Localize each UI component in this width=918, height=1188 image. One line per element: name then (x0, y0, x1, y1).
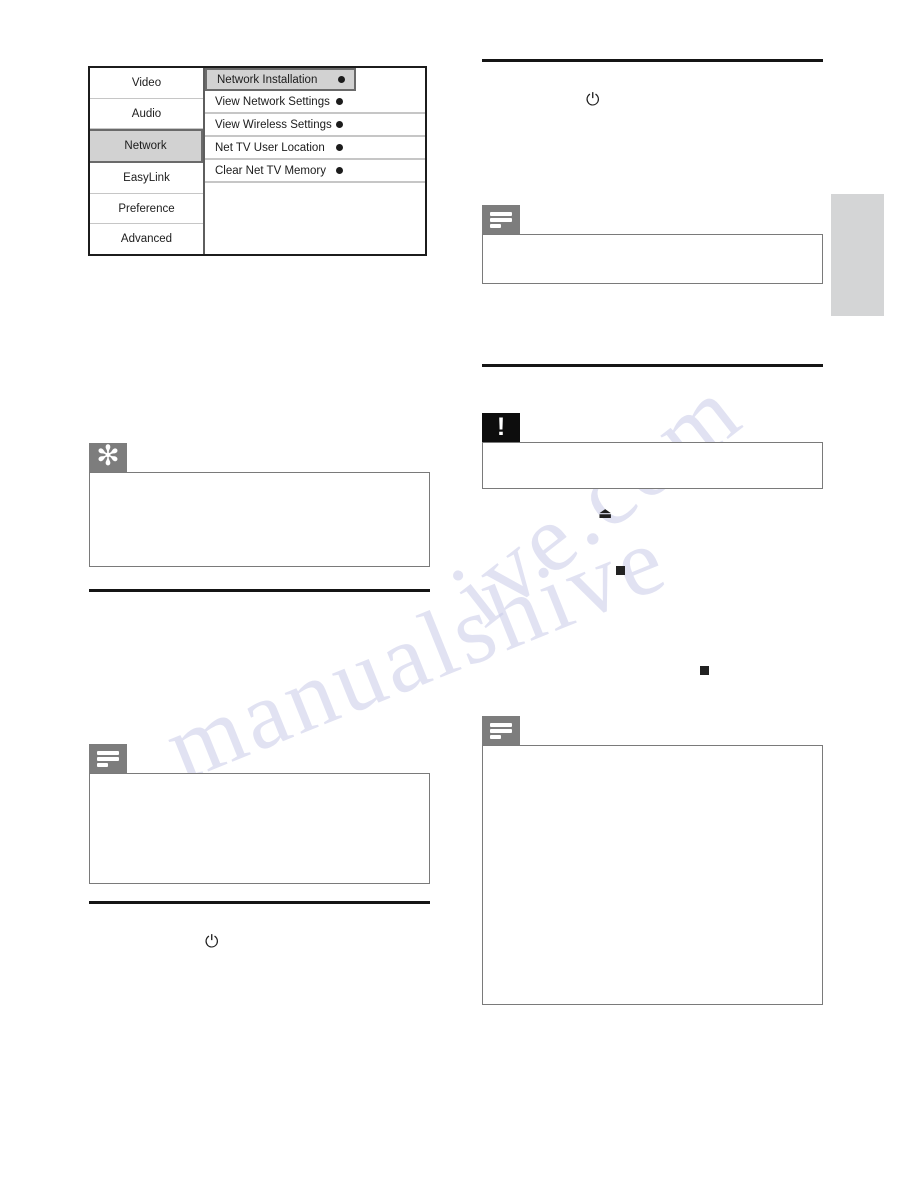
bullet-icon (336, 98, 343, 105)
caution-callout-tab: ! (482, 413, 520, 443)
note-callout-body (482, 745, 823, 1005)
menu-category-network[interactable]: Network (90, 129, 203, 164)
menu-option-label: Clear Net TV Memory (215, 164, 326, 177)
section-rule-left-2 (89, 901, 430, 904)
note-callout-body (89, 773, 430, 884)
note-icon (490, 723, 512, 739)
note-callout-tab (89, 744, 127, 774)
asterisk-icon: ✻ (96, 439, 120, 472)
menu-option-network-installation[interactable]: Network Installation (205, 68, 356, 91)
eject-icon: ⏏ (598, 504, 613, 522)
tip-callout-body (89, 472, 430, 567)
menu-option-label: Network Installation (217, 73, 318, 86)
note-callout-left (89, 744, 430, 884)
menu-option-label: View Network Settings (215, 95, 330, 108)
settings-menu-figure: Video Audio Network EasyLink Preference … (88, 66, 427, 256)
menu-option-clear-net-tv-memory[interactable]: Clear Net TV Memory (205, 160, 425, 183)
bullet-icon (336, 144, 343, 151)
menu-category-advanced[interactable]: Advanced (90, 224, 203, 255)
note-callout-body (482, 234, 823, 284)
note-icon (490, 212, 512, 228)
menu-option-net-tv-user-location[interactable]: Net TV User Location (205, 137, 425, 160)
caution-callout-body (482, 442, 823, 489)
note-callout-right-bottom (482, 716, 823, 1005)
menu-category-label: Preference (118, 202, 175, 215)
menu-option-list: Network Installation View Network Settin… (205, 68, 425, 254)
menu-option-view-wireless-settings[interactable]: View Wireless Settings (205, 114, 425, 137)
menu-option-label: Net TV User Location (215, 141, 325, 154)
menu-category-easylink[interactable]: EasyLink (90, 163, 203, 194)
tip-callout-tab: ✻ (89, 439, 127, 473)
menu-category-audio[interactable]: Audio (90, 98, 203, 130)
manual-page: manualshive ive.com Video Audio Network … (0, 0, 918, 1188)
tip-callout: ✻ (89, 439, 430, 567)
page-index-tab (831, 194, 884, 316)
stop-icon (700, 666, 709, 675)
bullet-icon (336, 167, 343, 174)
menu-category-preference[interactable]: Preference (90, 193, 203, 225)
bullet-icon (338, 76, 345, 83)
note-callout-tab (482, 716, 520, 746)
menu-category-list: Video Audio Network EasyLink Preference … (90, 68, 205, 255)
section-rule-left-1 (89, 589, 430, 592)
section-rule-right-2 (482, 364, 823, 367)
section-rule-right-1 (482, 59, 823, 62)
watermark-text-right: ive.com (431, 355, 761, 646)
menu-option-view-network-settings[interactable]: View Network Settings (205, 91, 425, 114)
menu-category-label: EasyLink (123, 171, 170, 184)
menu-category-label: Video (131, 76, 162, 89)
caution-callout: ! (482, 413, 823, 489)
menu-category-label: Network (124, 140, 167, 153)
stop-icon (616, 566, 625, 575)
menu-category-label: Advanced (120, 233, 173, 246)
menu-category-video[interactable]: Video (90, 68, 203, 99)
standby-power-icon: ⏻ (205, 932, 219, 952)
menu-category-label: Audio (131, 107, 162, 120)
bullet-icon (336, 121, 343, 128)
note-icon (97, 751, 119, 767)
exclamation-icon: ! (496, 412, 506, 441)
note-callout-tab (482, 205, 520, 235)
note-callout-right-top (482, 205, 823, 284)
standby-power-icon: ⏻ (586, 90, 600, 110)
menu-option-label: View Wireless Settings (215, 118, 332, 131)
